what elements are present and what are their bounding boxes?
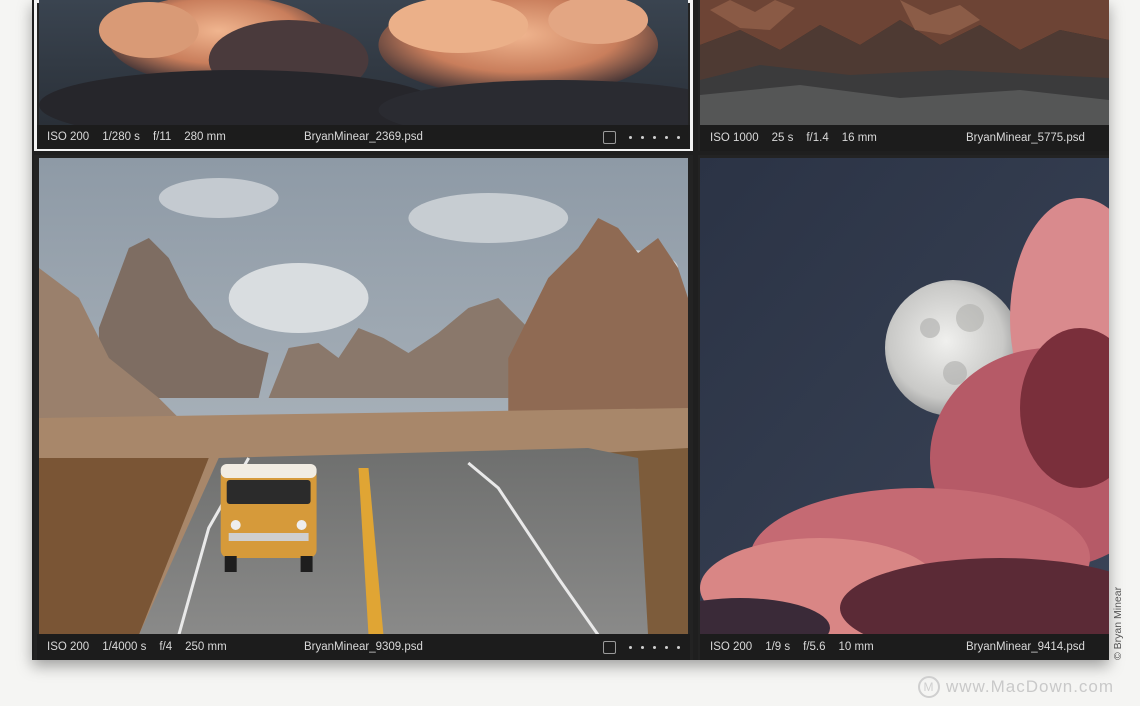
- rating-dot-1[interactable]: [629, 645, 632, 649]
- shutter-value: 1/280 s: [102, 131, 140, 143]
- iso-value: ISO 200: [47, 641, 90, 653]
- thumbnail-cell-ridges[interactable]: ISO 1000 25 s f/1.4 16 mm BryanMinear_57…: [698, 0, 1109, 151]
- thumbnail-meta-bar: ISO 200 1/4000 s f/4 250 mm BryanMinear_…: [37, 634, 690, 660]
- aperture-value: f/1.4: [806, 132, 829, 144]
- focal-length-value: 16 mm: [841, 132, 877, 144]
- shutter-value: 25 s: [771, 132, 794, 144]
- rating-dot-2[interactable]: [641, 135, 644, 139]
- shutter-value: 1/9 s: [765, 641, 791, 653]
- select-checkbox[interactable]: [603, 640, 616, 654]
- thumbnail-image-clouds[interactable]: [39, 0, 688, 125]
- iso-value: ISO 1000: [710, 132, 759, 144]
- filename-label: BryanMinear_9309.psd: [304, 641, 423, 653]
- thumbnail-controls: [603, 640, 680, 654]
- rating-dot-1[interactable]: [629, 135, 632, 139]
- aperture-value: f/4: [159, 641, 173, 653]
- thumbnail-meta-bar: ISO 200 1/280 s f/11 280 mm BryanMinear_…: [37, 125, 690, 149]
- photo-browser-grid: ISO 200 1/280 s f/11 280 mm BryanMinear_…: [32, 0, 1109, 660]
- rating-dot-4[interactable]: [665, 645, 668, 649]
- rating-dot-3[interactable]: [653, 135, 656, 139]
- rating-dot-2[interactable]: [641, 645, 644, 649]
- thumbnail-controls: [603, 130, 680, 144]
- rating-dot-5[interactable]: [677, 645, 680, 649]
- iso-value: ISO 200: [710, 641, 753, 653]
- shutter-value: 1/4000 s: [102, 641, 147, 653]
- thumbnail-cell-moon[interactable]: ISO 200 1/9 s f/5.6 10 mm BryanMinear_94…: [698, 155, 1109, 660]
- macdown-logo-icon: M: [918, 676, 940, 698]
- thumbnail-meta-bar: ISO 1000 25 s f/1.4 16 mm BryanMinear_57…: [700, 125, 1109, 151]
- filename-label: BryanMinear_5775.psd: [966, 132, 1085, 144]
- aperture-value: f/11: [152, 131, 172, 143]
- rating-dot-4[interactable]: [665, 135, 668, 139]
- select-checkbox[interactable]: [603, 130, 616, 144]
- filename-label: BryanMinear_9414.psd: [966, 641, 1085, 653]
- thumbnail-image-ridges[interactable]: [700, 0, 1109, 125]
- filename-label: BryanMinear_2369.psd: [304, 131, 423, 143]
- thumbnail-cell-van-road[interactable]: ISO 200 1/4000 s f/4 250 mm BryanMinear_…: [34, 155, 693, 660]
- focal-length-value: 10 mm: [838, 641, 874, 653]
- watermark-text: www.MacDown.com: [946, 677, 1115, 696]
- watermark: M www.MacDown.com: [918, 676, 1114, 698]
- thumbnail-meta-bar: ISO 200 1/9 s f/5.6 10 mm BryanMinear_94…: [700, 634, 1109, 660]
- focal-length-value: 250 mm: [185, 641, 227, 653]
- aperture-value: f/5.6: [803, 641, 826, 653]
- photo-credit: © Bryan Minear: [1112, 586, 1124, 660]
- thumbnail-cell-clouds[interactable]: ISO 200 1/280 s f/11 280 mm BryanMinear_…: [34, 0, 693, 151]
- thumbnail-image-moon[interactable]: [700, 158, 1109, 635]
- rating-dot-5[interactable]: [677, 135, 680, 139]
- rating-dot-3[interactable]: [653, 645, 656, 649]
- focal-length-value: 280 mm: [184, 131, 226, 143]
- thumbnail-image-van-road[interactable]: [39, 158, 688, 635]
- iso-value: ISO 200: [47, 131, 90, 143]
